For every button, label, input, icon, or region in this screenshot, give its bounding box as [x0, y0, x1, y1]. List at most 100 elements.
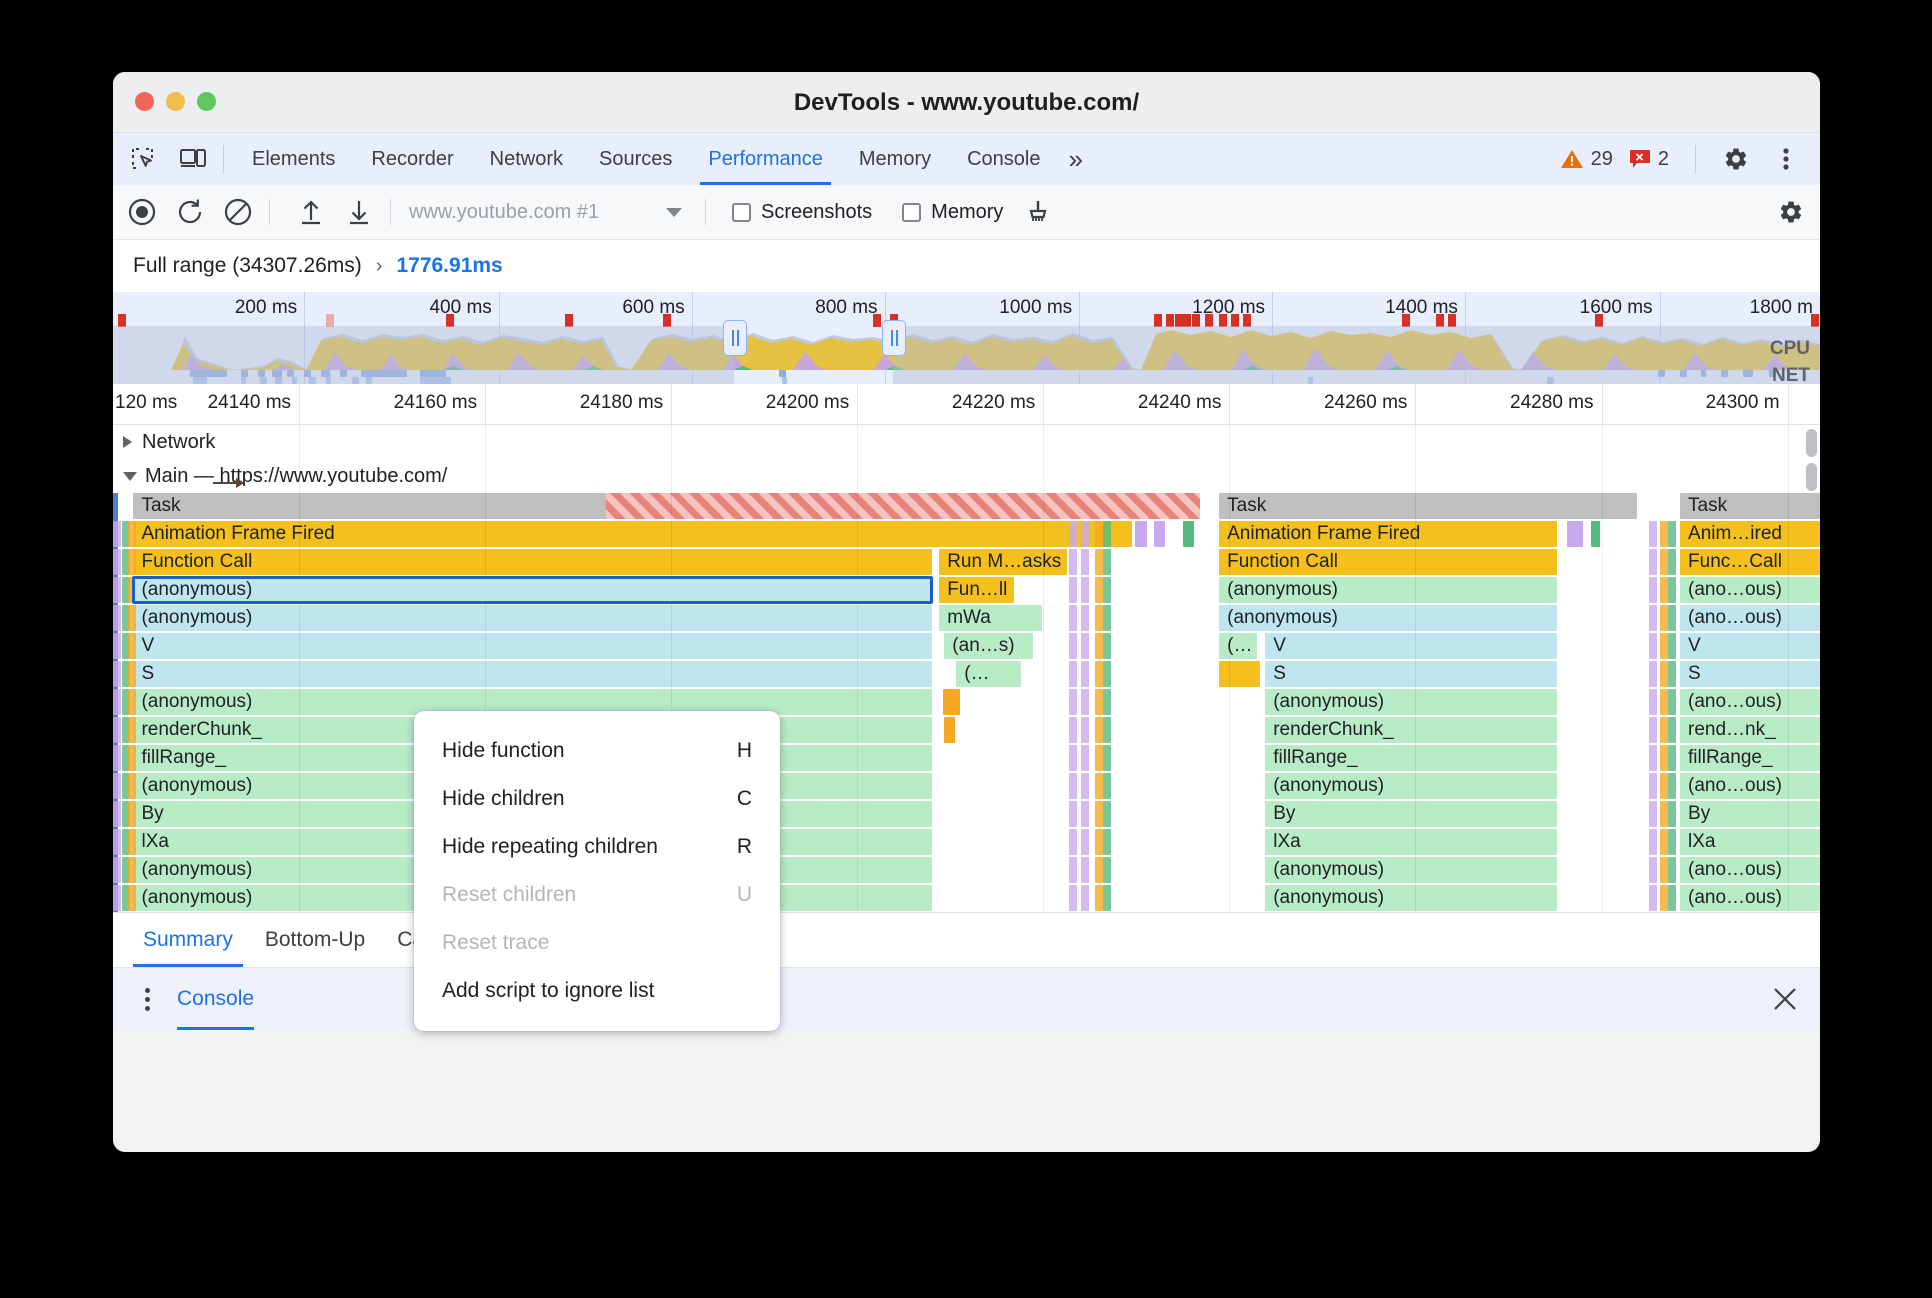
flame-chart[interactable]: Network Main — https://www.youtube.com/ … [113, 425, 1820, 912]
upload-profile-icon[interactable] [292, 193, 330, 231]
flame-event-sliver[interactable] [1668, 773, 1677, 799]
flame-event-sliver[interactable] [1080, 549, 1089, 575]
flame-event[interactable]: fillRange_ [1680, 745, 1820, 771]
flame-event-sliver[interactable] [1668, 633, 1677, 659]
flame-event-sliver[interactable] [1659, 829, 1668, 855]
flame-event-sliver[interactable] [1080, 689, 1089, 715]
flame-vertical-scrollbar-thumb[interactable] [1806, 463, 1817, 491]
flame-event-sliver[interactable] [1068, 773, 1077, 799]
flame-event-sliver[interactable] [113, 549, 121, 575]
menu-item[interactable]: Hide repeating children R [414, 823, 780, 871]
clear-icon[interactable] [219, 193, 257, 231]
flame-event-sliver[interactable] [113, 857, 121, 883]
flame-event[interactable]: Task [1680, 493, 1820, 519]
expand-arrow-icon[interactable] [123, 436, 132, 448]
overview-left-handle[interactable] [723, 320, 748, 356]
device-toolbar-icon[interactable] [173, 139, 213, 179]
kebab-menu-icon[interactable] [127, 987, 167, 1011]
flame-event-sliver[interactable] [1080, 885, 1089, 911]
flame-event-sliver[interactable] [1668, 885, 1677, 911]
flame-event-sliver[interactable] [113, 773, 121, 799]
flame-event-sliver[interactable] [128, 829, 137, 855]
timeline-overview[interactable]: 200 ms 400 ms 600 ms 800 ms 1000 ms 1200 ms 14… [113, 292, 1820, 384]
flame-event[interactable]: Animation Frame Fired [133, 521, 1133, 547]
flame-event-sliver[interactable] [1103, 717, 1112, 743]
flame-event-sliver[interactable] [1094, 605, 1103, 631]
flame-vertical-scrollbar[interactable] [1806, 429, 1817, 457]
flame-event-sliver[interactable] [113, 745, 121, 771]
flame-event[interactable]: Task [133, 493, 607, 519]
flame-event[interactable]: By [1680, 801, 1820, 827]
flame-event-sliver[interactable] [128, 773, 137, 799]
flame-event-sliver[interactable] [1659, 717, 1668, 743]
more-tabs-button[interactable]: » [1059, 133, 1093, 185]
flame-event-sliver[interactable] [1068, 885, 1077, 911]
flame-event[interactable]: (anonymous) [1219, 577, 1558, 603]
flame-event[interactable]: (ano…ous) [1680, 689, 1820, 715]
flame-event-sliver[interactable] [1649, 829, 1658, 855]
overview-right-handle[interactable] [882, 320, 907, 356]
flame-event-sliver[interactable] [113, 801, 121, 827]
flame-event[interactable]: renderChunk_ [1265, 717, 1558, 743]
flame-event-sliver[interactable] [1649, 717, 1658, 743]
record-icon[interactable] [123, 193, 161, 231]
tab-recorder[interactable]: Recorder [353, 133, 471, 185]
flame-event[interactable]: mWa [939, 605, 1042, 631]
flame-event[interactable] [1591, 521, 1600, 547]
flame-event-sliver[interactable] [128, 801, 137, 827]
flame-event[interactable]: By [1265, 801, 1558, 827]
flame-event-sliver[interactable] [1103, 689, 1112, 715]
flame-event-sliver[interactable] [1649, 549, 1658, 575]
flame-event[interactable] [1567, 521, 1583, 547]
flame-event[interactable]: (ano…ous) [1680, 857, 1820, 883]
flame-event-sliver[interactable] [1068, 549, 1077, 575]
warning-count[interactable]: 29 [1560, 148, 1613, 171]
flame-event[interactable]: (anonymous) [133, 605, 933, 631]
flame-event-sliver[interactable] [1659, 801, 1668, 827]
flame-event-sliver[interactable] [1094, 633, 1103, 659]
flame-event-sliver[interactable] [1080, 717, 1089, 743]
flame-event-sliver[interactable] [1094, 577, 1103, 603]
flame-event-sliver[interactable] [1068, 717, 1077, 743]
gear-icon[interactable] [1716, 139, 1756, 179]
flame-event[interactable]: (anonymous) [1265, 885, 1558, 911]
tab-network[interactable]: Network [472, 133, 581, 185]
flame-event-sliver[interactable] [1659, 773, 1668, 799]
timeline-ruler[interactable]: 120 ms 24140 ms 24160 ms 24180 ms 24200 ms 24… [113, 384, 1820, 425]
flame-event-sliver[interactable] [1659, 605, 1668, 631]
tab-performance[interactable]: Performance [690, 133, 841, 185]
profile-select[interactable]: www.youtube.com #1 [403, 201, 693, 224]
flame-event-sliver[interactable] [1080, 521, 1089, 547]
flame-event-sliver[interactable] [1080, 773, 1089, 799]
flame-event-sliver[interactable] [1659, 885, 1668, 911]
close-icon[interactable] [1772, 986, 1798, 1012]
flame-event-sliver[interactable] [113, 521, 121, 547]
flame-event-sliver[interactable] [1094, 885, 1103, 911]
flame-event[interactable] [1135, 521, 1148, 547]
flame-event-sliver[interactable] [1649, 633, 1658, 659]
flame-event-sliver[interactable] [1094, 857, 1103, 883]
screenshots-checkbox[interactable]: Screenshots [732, 201, 872, 224]
flame-event-sliver[interactable] [1668, 801, 1677, 827]
flame-event-sliver[interactable] [1103, 829, 1112, 855]
flame-event-sliver[interactable] [1080, 857, 1089, 883]
flame-event-sliver[interactable] [1080, 745, 1089, 771]
flame-event-sliver[interactable] [113, 577, 121, 603]
flame-event-sliver[interactable] [128, 745, 137, 771]
flame-event[interactable]: fillRange_ [1265, 745, 1558, 771]
flame-event[interactable]: lXa [1265, 829, 1558, 855]
flame-event[interactable]: (an…s) [944, 633, 1034, 659]
tab-bottom-up[interactable]: Bottom-Up [249, 913, 381, 967]
flame-event-sliver[interactable] [1068, 577, 1077, 603]
flame-event[interactable] [942, 689, 960, 715]
flame-event[interactable]: lXa [1680, 829, 1820, 855]
flame-event[interactable]: (anonymous) [1265, 857, 1558, 883]
flame-event-sliver[interactable] [1094, 745, 1103, 771]
flame-event-sliver[interactable] [1668, 829, 1677, 855]
flame-event-sliver[interactable] [1103, 633, 1112, 659]
flame-event-sliver[interactable] [1103, 745, 1112, 771]
flame-event-sliver[interactable] [128, 605, 137, 631]
flame-event[interactable] [1183, 521, 1194, 547]
flame-event-sliver[interactable] [1649, 577, 1658, 603]
flame-event-sliver[interactable] [1659, 745, 1668, 771]
